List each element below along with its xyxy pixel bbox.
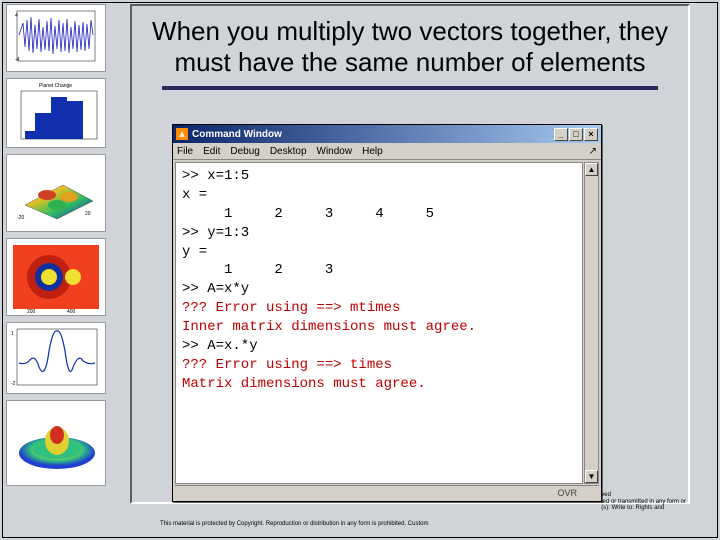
svg-text:-4: -4 bbox=[15, 57, 20, 63]
thumb-surface-3d: -20 20 bbox=[6, 154, 106, 232]
maximize-button[interactable]: □ bbox=[569, 128, 583, 141]
menu-desktop[interactable]: Desktop bbox=[270, 146, 307, 157]
dock-icon[interactable]: ↗ bbox=[589, 146, 597, 157]
close-button[interactable]: × bbox=[584, 128, 598, 141]
menu-file[interactable]: File bbox=[177, 146, 193, 157]
command-window-titlebar[interactable]: Command Window _ □ × bbox=[173, 125, 601, 143]
svg-text:20: 20 bbox=[85, 211, 91, 217]
status-ovr: OVR bbox=[557, 488, 577, 498]
slide-title: When you multiply two vectors together, … bbox=[132, 6, 688, 86]
thumb-3d-drop bbox=[6, 400, 106, 486]
scroll-down-button[interactable]: ▼ bbox=[585, 470, 598, 483]
minimize-button[interactable]: _ bbox=[554, 128, 568, 141]
scroll-up-button[interactable]: ▲ bbox=[585, 163, 598, 176]
matlab-icon bbox=[176, 128, 188, 140]
scrollbar-vertical[interactable]: ▲ ▼ bbox=[584, 162, 599, 484]
menu-edit[interactable]: Edit bbox=[203, 146, 220, 157]
command-window-body[interactable]: >> x=1:5x = 1 2 3 4 5>> y=1:3y = 1 2 3>>… bbox=[175, 162, 583, 484]
menu-help[interactable]: Help bbox=[362, 146, 383, 157]
svg-text:200: 200 bbox=[27, 309, 36, 315]
window-buttons: _ □ × bbox=[554, 128, 598, 141]
command-window-title: Command Window bbox=[192, 129, 282, 140]
command-window: Command Window _ □ × File Edit Debug Des… bbox=[172, 124, 602, 502]
svg-text:-2: -2 bbox=[11, 381, 16, 387]
main-panel: When you multiply two vectors together, … bbox=[130, 4, 690, 504]
thumb-fractal: 200 400 bbox=[6, 238, 106, 316]
command-window-statusbar: OVR bbox=[175, 485, 599, 499]
thumb-bar-chart: Planet Change bbox=[6, 78, 106, 148]
menu-window[interactable]: Window bbox=[317, 146, 353, 157]
thumb-noise-plot: 4 -4 bbox=[6, 4, 106, 72]
svg-text:-20: -20 bbox=[17, 215, 24, 221]
svg-text:4: 4 bbox=[15, 13, 18, 19]
command-window-menubar: File Edit Debug Desktop Window Help ↗ bbox=[173, 143, 601, 160]
menu-debug[interactable]: Debug bbox=[230, 146, 259, 157]
thumb-sinc-plot: 1 -2 bbox=[6, 322, 106, 394]
thumbnail-strip: 4 -4 Planet Change bbox=[6, 4, 111, 534]
svg-text:1: 1 bbox=[11, 331, 14, 337]
thumb-bar-label: Planet Change bbox=[39, 83, 72, 89]
right-footnote: ved ied or transmitted in any form or (s… bbox=[601, 492, 686, 512]
svg-text:400: 400 bbox=[67, 309, 76, 315]
title-underline bbox=[162, 86, 658, 90]
footnote: This material is protected by Copyright.… bbox=[160, 521, 660, 528]
